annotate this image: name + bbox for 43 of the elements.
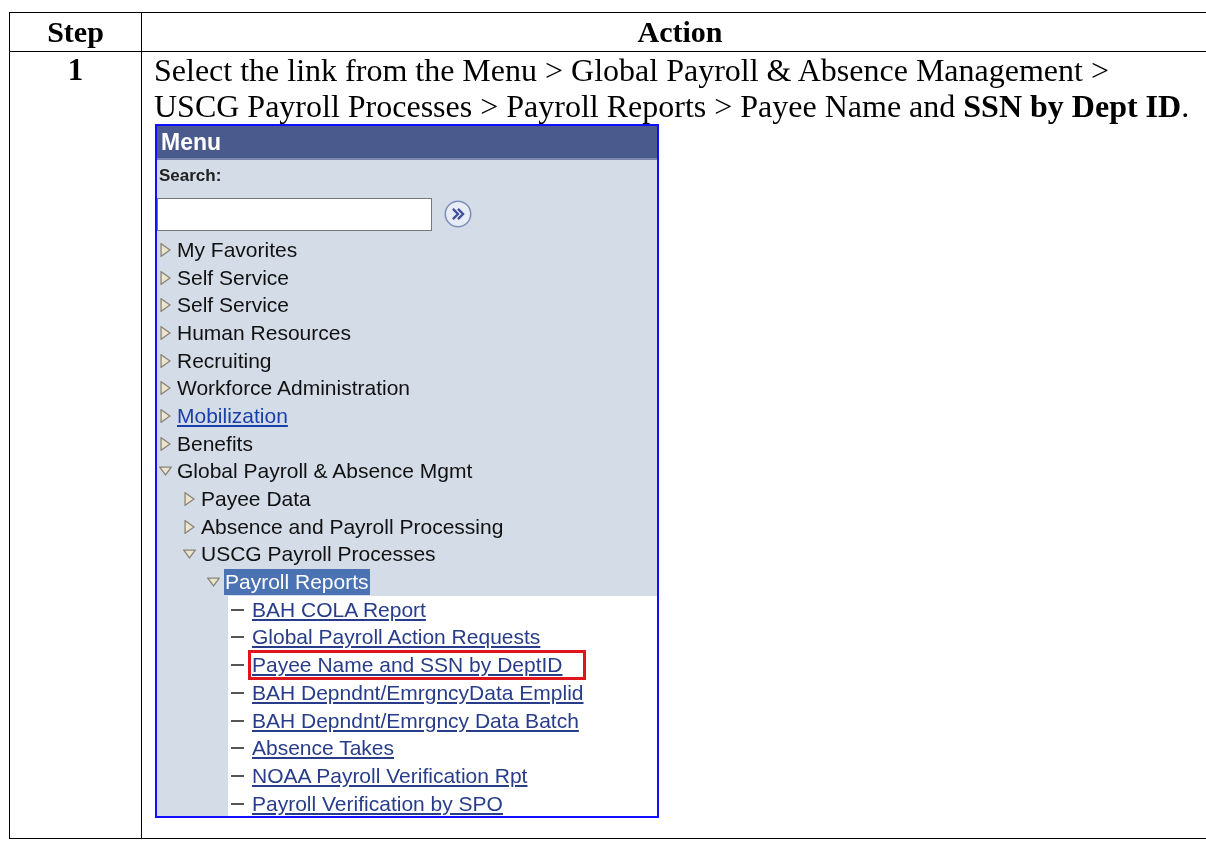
menu-folder[interactable]: Payee Data <box>200 486 312 513</box>
collapsed-triangle-icon[interactable] <box>183 492 196 507</box>
dash-icon <box>231 747 244 750</box>
dash-icon <box>231 636 244 639</box>
menu-folder[interactable]: Absence and Payroll Processing <box>200 513 505 540</box>
menu-folder[interactable]: Global Payroll & Absence Mgmt <box>176 458 474 485</box>
expanded-triangle-icon[interactable] <box>183 547 196 562</box>
menu-folder[interactable]: Self Service <box>176 292 291 319</box>
search-field[interactable] <box>157 197 432 231</box>
dash-icon <box>231 774 244 777</box>
menu-folder[interactable]: Recruiting <box>176 347 273 374</box>
dash-icon <box>231 664 244 667</box>
menu-folder[interactable]: Workforce Administration <box>176 375 412 402</box>
collapsed-triangle-icon[interactable] <box>159 242 172 257</box>
dash-icon <box>231 608 244 611</box>
instruction-text: Select the link from the Menu > Global Payroll & Absence Management > USCG Payroll Processes > Payroll Reports > Payee Name and SSN by Dept ID. <box>154 52 1191 124</box>
search-go-button[interactable] <box>444 200 472 228</box>
menu-folder[interactable]: Payroll Reports <box>224 569 370 596</box>
menu-folder[interactable]: My Favorites <box>176 236 299 263</box>
collapsed-triangle-icon[interactable] <box>159 325 172 340</box>
collapsed-triangle-icon[interactable] <box>159 298 172 313</box>
expanded-triangle-icon[interactable] <box>207 575 220 590</box>
dash-icon <box>231 691 244 694</box>
dash-icon <box>231 802 244 805</box>
column-header: Step <box>9 12 142 52</box>
expanded-triangle-icon[interactable] <box>159 464 172 479</box>
menu-link[interactable]: Mobilization <box>176 402 289 429</box>
dash-icon <box>231 719 244 722</box>
menu-link[interactable]: Payee Name and SSN by DeptID <box>248 650 586 681</box>
menu-folder[interactable]: USCG Payroll Processes <box>200 541 437 568</box>
menu-folder[interactable]: Benefits <box>176 430 254 457</box>
menu-folder[interactable]: Human Resources <box>176 319 352 346</box>
menu-header: Menu <box>157 126 657 160</box>
search-label: Search: <box>158 166 223 187</box>
collapsed-triangle-icon[interactable] <box>159 408 172 423</box>
menu-folder[interactable]: Self Service <box>176 264 291 291</box>
collapsed-triangle-icon[interactable] <box>159 381 172 396</box>
collapsed-triangle-icon[interactable] <box>159 353 172 368</box>
collapsed-triangle-icon[interactable] <box>183 519 196 534</box>
collapsed-triangle-icon[interactable] <box>159 436 172 451</box>
step-number: 1 <box>67 52 84 87</box>
collapsed-triangle-icon[interactable] <box>159 270 172 285</box>
column-header: Action <box>141 12 1206 52</box>
